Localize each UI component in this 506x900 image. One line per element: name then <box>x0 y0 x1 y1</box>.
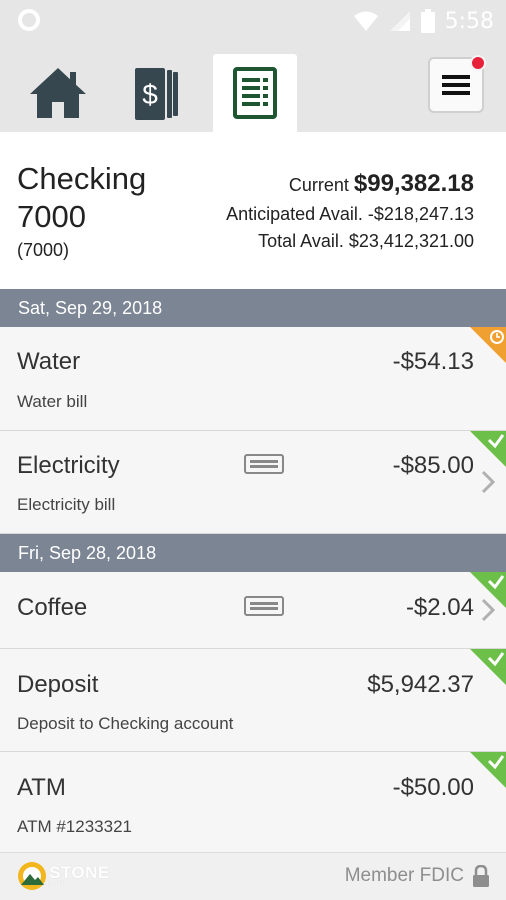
menu-button[interactable] <box>428 55 486 113</box>
transaction-name: ATM <box>17 774 66 801</box>
transaction-row[interactable]: Electricity -$85.00 Electricity bill <box>0 431 506 534</box>
status-circle-icon <box>18 9 40 31</box>
cleared-check-icon <box>470 752 506 788</box>
transaction-amount: -$54.13 <box>392 348 474 375</box>
signal-icon <box>389 11 410 31</box>
current-balance-value: $99,382.18 <box>353 170 474 197</box>
cleared-check-icon <box>470 431 506 467</box>
transaction-row[interactable]: Water -$54.13 Water bill <box>0 327 506 431</box>
transaction-description: Deposit to Checking account <box>17 714 234 733</box>
battery-icon <box>420 9 435 33</box>
receipt-icon[interactable] <box>244 596 284 616</box>
anticipated-balance-value: -$218,247.13 <box>367 204 474 224</box>
current-balance-label: Current <box>288 175 349 195</box>
transaction-amount: -$50.00 <box>392 774 474 801</box>
cleared-check-icon <box>470 649 506 685</box>
account-name: Checking 7000 <box>17 161 147 234</box>
cleared-check-icon <box>470 572 506 608</box>
wifi-icon <box>353 11 378 31</box>
ledger-icon <box>233 67 277 119</box>
transaction-row[interactable]: Coffee -$2.04 <box>0 572 506 649</box>
dollar-cards-icon: $ <box>135 68 178 120</box>
hamburger-icon <box>442 75 470 95</box>
tab-home[interactable] <box>16 54 100 132</box>
logo-text: STONE <box>49 863 110 882</box>
notification-dot <box>470 55 486 71</box>
date-header: Sat, Sep 29, 2018 <box>0 289 506 327</box>
home-icon <box>30 68 86 118</box>
anticipated-balance-label: Anticipated Avail. <box>226 204 363 224</box>
pending-clock-icon <box>470 327 506 363</box>
svg-text:$: $ <box>142 79 158 110</box>
transaction-name: Deposit <box>17 671 99 698</box>
tab-bar: $ <box>0 42 506 132</box>
member-fdic: Member FDIC <box>345 865 490 887</box>
status-bar: 5:58 <box>0 0 506 42</box>
total-balance-value: $23,412,321.00 <box>348 231 474 251</box>
account-number: (7000) <box>17 240 70 260</box>
tab-transactions[interactable] <box>213 54 297 132</box>
transaction-name: Electricity <box>17 452 120 479</box>
transaction-amount: -$2.04 <box>405 594 474 621</box>
fdic-label: Member FDIC <box>344 865 464 886</box>
transaction-row[interactable]: Deposit $5,942.37 Deposit to Checking ac… <box>0 649 506 752</box>
transaction-description: Electricity bill <box>17 495 116 514</box>
transaction-amount: -$85.00 <box>392 452 474 479</box>
receipt-icon[interactable] <box>244 454 284 474</box>
footer: STONE BANK Member FDIC <box>0 852 506 900</box>
current-balance: Current $99,382.18 <box>289 170 474 198</box>
account-summary: Checking 7000 (7000) Current $99,382.18 … <box>0 132 506 289</box>
transaction-name: Water <box>17 348 81 375</box>
mountain-sun-icon <box>18 862 46 890</box>
total-balance: Total Avail. $23,412,321.00 <box>258 231 474 252</box>
total-balance-label: Total Avail. <box>258 231 344 251</box>
anticipated-balance: Anticipated Avail. -$218,247.13 <box>226 204 474 225</box>
bank-logo[interactable]: STONE BANK <box>17 861 110 891</box>
transaction-row[interactable]: ATM -$50.00 ATM #1233321 <box>0 752 506 852</box>
status-icons: 5:58 <box>353 6 494 36</box>
date-header: Fri, Sep 28, 2018 <box>0 534 506 572</box>
chevron-right-icon[interactable] <box>480 469 496 495</box>
transaction-description: Water bill <box>17 392 88 411</box>
transaction-name: Coffee <box>17 594 88 621</box>
tab-accounts[interactable]: $ <box>116 54 200 132</box>
status-time: 5:58 <box>444 8 494 34</box>
transaction-description: ATM #1233321 <box>17 817 132 836</box>
transaction-amount: $5,942.37 <box>367 671 474 698</box>
lock-icon <box>473 865 489 887</box>
